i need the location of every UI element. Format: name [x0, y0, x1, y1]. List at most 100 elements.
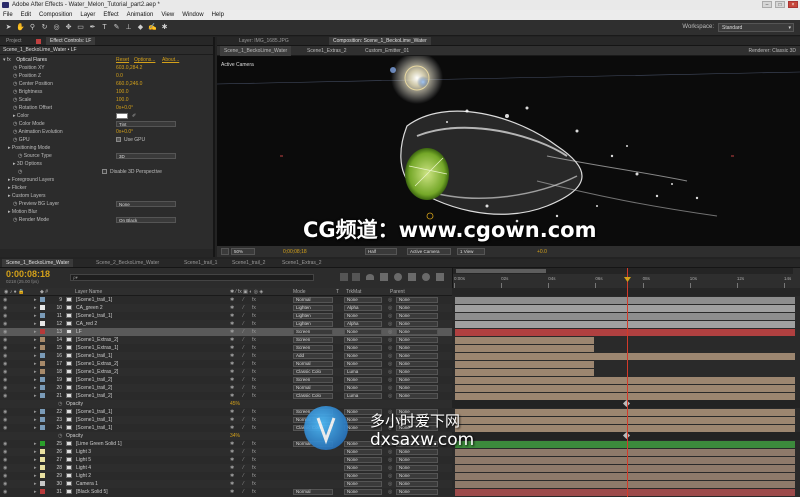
- label-color-swatch[interactable]: [40, 297, 45, 302]
- layer-duration-bar[interactable]: [455, 472, 795, 480]
- eye-visibility-icon[interactable]: ◉: [3, 440, 7, 448]
- label-color-swatch[interactable]: [40, 457, 45, 462]
- trkmat-select[interactable]: None: [344, 297, 382, 303]
- label-color-swatch[interactable]: [40, 329, 45, 334]
- expand-arrow-icon[interactable]: ▸: [0, 177, 12, 183]
- shy-switch-icon[interactable]: ✱: [230, 312, 234, 320]
- expand-layer-icon[interactable]: ▸: [34, 376, 37, 384]
- trkmat-select[interactable]: None: [344, 345, 382, 351]
- menu-window[interactable]: Window: [182, 10, 203, 20]
- eye-visibility-icon[interactable]: ◉: [3, 336, 7, 344]
- layer-duration-bar[interactable]: [455, 368, 595, 376]
- mode-select[interactable]: Screen: [293, 345, 333, 351]
- eye-visibility-icon[interactable]: ◉: [3, 376, 7, 384]
- effect-property-row[interactable]: ◷ Position Z 0.0: [0, 72, 213, 80]
- expand-layer-icon[interactable]: ▸: [34, 304, 37, 312]
- parent-pickwhip-icon[interactable]: ◎: [388, 336, 392, 344]
- layer-duration-bar[interactable]: [455, 360, 595, 368]
- time-stretch-icon[interactable]: [436, 273, 444, 281]
- expand-layer-icon[interactable]: ▸: [34, 408, 37, 416]
- effect-property-row[interactable]: ◷ Disable 3D Perspective: [0, 168, 213, 176]
- options-link[interactable]: Options...: [134, 56, 155, 64]
- fx-switch-icon[interactable]: fx: [252, 408, 256, 416]
- expand-layer-icon[interactable]: ▸: [34, 424, 37, 432]
- col-trkmat[interactable]: TrkMat: [346, 288, 361, 296]
- parent-pickwhip-icon[interactable]: ◎: [388, 344, 392, 352]
- fx-switch-icon[interactable]: fx: [252, 296, 256, 304]
- stopwatch-icon[interactable]: ◷: [0, 65, 19, 71]
- eye-visibility-icon[interactable]: ◉: [3, 472, 7, 480]
- stopwatch-icon[interactable]: ◷: [0, 137, 19, 143]
- layer-property-row[interactable]: ◷ Opacity 45%: [0, 400, 452, 408]
- eye-visibility-icon[interactable]: ◉: [3, 424, 7, 432]
- layer-name[interactable]: Camera 1: [76, 480, 98, 488]
- parent-select[interactable]: None: [396, 353, 438, 359]
- quality-switch-icon[interactable]: ⁄: [243, 408, 244, 416]
- parent-select[interactable]: None: [396, 329, 438, 335]
- camera-tool-icon[interactable]: ◎: [52, 23, 61, 32]
- eye-visibility-icon[interactable]: ◉: [3, 464, 7, 472]
- parent-select[interactable]: None: [396, 345, 438, 351]
- effect-header-row[interactable]: ▾ fx Optical Flares Reset Options... Abo…: [0, 56, 213, 64]
- effect-property-value[interactable]: 100.0: [116, 88, 129, 96]
- layer-name[interactable]: LF: [76, 328, 82, 336]
- eye-visibility-icon[interactable]: ◉: [3, 320, 7, 328]
- shy-switch-icon[interactable]: ✱: [230, 448, 234, 456]
- comp-nav-scene1[interactable]: Scene_1_BeckoLime_Water: [220, 46, 292, 56]
- parent-select[interactable]: None: [396, 361, 438, 367]
- effect-property-row[interactable]: ◷ Position XY 603.0,284.2: [0, 64, 213, 72]
- draft-3d-icon[interactable]: [352, 273, 360, 281]
- parent-pickwhip-icon[interactable]: ◎: [388, 376, 392, 384]
- quality-switch-icon[interactable]: ⁄: [243, 336, 244, 344]
- checkbox[interactable]: [102, 169, 107, 174]
- pen-tool-icon[interactable]: ✒: [88, 23, 97, 32]
- table-row[interactable]: ◉ ▸ 21 [Scene1_trail_2] ✱ ⁄ fx Classic Colo Luma…: [0, 392, 452, 400]
- effect-property-dropdown[interactable]: Tint: [116, 121, 176, 127]
- layer-duration-bar[interactable]: [455, 464, 795, 472]
- tab-layer-viewer[interactable]: Layer: IMG_1685.JPG: [235, 37, 293, 45]
- trkmat-select[interactable]: None: [344, 473, 382, 479]
- table-row[interactable]: ◉ ▸ 9 [Scene1_trail_1] ✱ ⁄ fx Normal None ◎ None: [0, 296, 452, 304]
- trkmat-select[interactable]: None: [344, 465, 382, 471]
- effect-property-dropdown[interactable]: On Black: [116, 217, 176, 223]
- stopwatch-icon[interactable]: ◷: [0, 73, 19, 79]
- quality-switch-icon[interactable]: ⁄: [243, 360, 244, 368]
- label-color-swatch[interactable]: [40, 321, 45, 326]
- parent-select[interactable]: None: [396, 489, 438, 495]
- fx-switch-icon[interactable]: fx: [252, 472, 256, 480]
- stopwatch-icon[interactable]: ▸: [0, 113, 17, 119]
- shy-switch-icon[interactable]: ✱: [230, 416, 234, 424]
- shy-switch-icon[interactable]: ✱: [230, 352, 234, 360]
- parent-pickwhip-icon[interactable]: ◎: [388, 312, 392, 320]
- col-parent[interactable]: Parent: [390, 288, 405, 296]
- fx-switch-icon[interactable]: fx: [252, 488, 256, 496]
- trkmat-select[interactable]: None: [344, 313, 382, 319]
- quality-switch-icon[interactable]: ⁄: [243, 456, 244, 464]
- table-row[interactable]: ◉ ▸ 30 Camera 1 ✱ ⁄ fx None ◎ None: [0, 480, 452, 488]
- layer-duration-bar[interactable]: [455, 352, 795, 360]
- shy-switch-icon[interactable]: ✱: [230, 384, 234, 392]
- layer-duration-bar[interactable]: [455, 448, 795, 456]
- trkmat-select[interactable]: None: [344, 337, 382, 343]
- table-row[interactable]: ◉ ▸ 15 [Scene1_Extras_1] ✱ ⁄ fx Screen None ◎ None: [0, 344, 452, 352]
- parent-pickwhip-icon[interactable]: ◎: [388, 488, 392, 496]
- label-color-swatch[interactable]: [40, 345, 45, 350]
- work-area-range[interactable]: [456, 269, 546, 273]
- graph-editor-icon[interactable]: [408, 273, 416, 281]
- parent-select[interactable]: None: [396, 457, 438, 463]
- parent-pickwhip-icon[interactable]: ◎: [388, 472, 392, 480]
- mode-select[interactable]: Lighten: [293, 305, 333, 311]
- effect-property-row[interactable]: ▸ Foreground Layers: [0, 176, 213, 184]
- parent-select[interactable]: None: [396, 321, 438, 327]
- shy-switch-icon[interactable]: ✱: [230, 408, 234, 416]
- effect-property-row[interactable]: ◷ Color Mode Tint: [0, 120, 213, 128]
- zoom-tool-icon[interactable]: ⚲: [28, 23, 37, 32]
- layer-duration-bar[interactable]: [455, 480, 795, 488]
- parent-select[interactable]: None: [396, 465, 438, 471]
- layer-duration-bar[interactable]: [455, 392, 795, 400]
- effect-property-row[interactable]: ▸ Custom Layers: [0, 192, 213, 200]
- stopwatch-icon[interactable]: ◷: [0, 97, 19, 103]
- quality-switch-icon[interactable]: ⁄: [243, 304, 244, 312]
- quality-switch-icon[interactable]: ⁄: [243, 464, 244, 472]
- quality-switch-icon[interactable]: ⁄: [243, 488, 244, 496]
